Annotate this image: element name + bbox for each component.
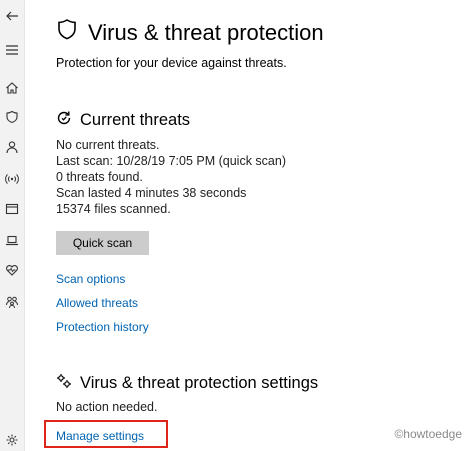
current-threats-header: Current threats (56, 110, 190, 131)
settings-status: No action needed. (56, 400, 158, 414)
allowed-threats-link[interactable]: Allowed threats (56, 296, 138, 310)
shield-icon (56, 18, 78, 47)
settings-gears-icon (56, 373, 72, 394)
settings-header: Virus & threat protection settings (56, 373, 318, 394)
person-icon[interactable] (2, 137, 22, 157)
watermark: ©howtoedge (394, 427, 462, 441)
last-scan-line: Last scan: 10/28/19 7:05 PM (quick scan) (56, 154, 286, 168)
nav-rail (0, 0, 25, 451)
refresh-scan-icon (56, 110, 72, 131)
hamburger-menu-icon[interactable] (2, 40, 22, 60)
quick-scan-button[interactable]: Quick scan (56, 231, 149, 255)
page-subtitle: Protection for your device against threa… (56, 56, 287, 70)
back-arrow-icon[interactable] (2, 6, 22, 26)
scan-duration-line: Scan lasted 4 minutes 38 seconds (56, 186, 247, 200)
page-title: Virus & threat protection (88, 19, 324, 45)
page-header: Virus & threat protection (56, 18, 324, 47)
heart-icon[interactable] (2, 260, 22, 280)
threat-status-line: No current threats. (56, 138, 160, 152)
current-threats-title: Current threats (80, 111, 191, 129)
settings-title: Virus & threat protection settings (80, 374, 319, 392)
gear-icon[interactable] (2, 430, 22, 450)
scan-options-link[interactable]: Scan options (56, 272, 125, 286)
files-scanned-line: 15374 files scanned. (56, 202, 171, 216)
family-icon[interactable] (2, 292, 22, 312)
protection-history-link[interactable]: Protection history (56, 320, 149, 334)
wireless-icon[interactable] (2, 169, 22, 189)
laptop-icon[interactable] (2, 230, 22, 250)
manage-settings-highlight (44, 420, 168, 448)
app-browser-icon[interactable] (2, 199, 22, 219)
home-icon[interactable] (2, 78, 22, 98)
threats-found-line: 0 threats found. (56, 170, 143, 184)
shield-icon[interactable] (2, 107, 22, 127)
